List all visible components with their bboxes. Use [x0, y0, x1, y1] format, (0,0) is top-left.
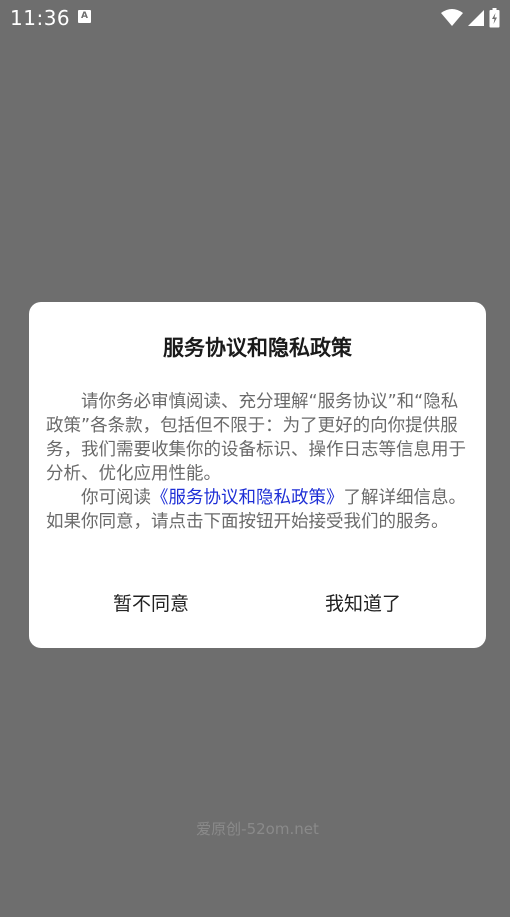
cell-signal-icon [468, 10, 484, 26]
status-bar: 11:36 A [0, 0, 510, 36]
battery-charging-icon [489, 8, 500, 28]
app-notification-icon: A [78, 10, 91, 23]
wifi-icon [441, 9, 463, 26]
accept-button[interactable]: 我知道了 [273, 582, 453, 622]
decline-button[interactable]: 暂不同意 [61, 582, 241, 622]
dialog-body: 请你务必审慎阅读、充分理解“服务协议”和“隐私政策”各条款，包括但不限于：为了更… [46, 390, 470, 534]
paragraph-2-prefix: 你可阅读 [81, 488, 151, 508]
privacy-dialog: 服务协议和隐私政策 请你务必审慎阅读、充分理解“服务协议”和“隐私政策”各条款，… [29, 302, 486, 648]
policy-link[interactable]: 《服务协议和隐私政策》 [151, 488, 344, 508]
dialog-buttons: 暂不同意 我知道了 [29, 582, 486, 622]
watermark: 爱原创-52om.net [196, 820, 319, 838]
dialog-paragraph-1: 请你务必审慎阅读、充分理解“服务协议”和“隐私政策”各条款，包括但不限于：为了更… [46, 392, 466, 484]
dialog-paragraph-2: 你可阅读《服务协议和隐私政策》了解详细信息。如果你同意，请点击下面按钮开始接受我… [46, 486, 470, 534]
status-time: 11:36 [10, 6, 71, 30]
dialog-title: 服务协议和隐私政策 [163, 336, 352, 360]
status-icons [441, 8, 500, 28]
screen-edge [510, 0, 515, 917]
